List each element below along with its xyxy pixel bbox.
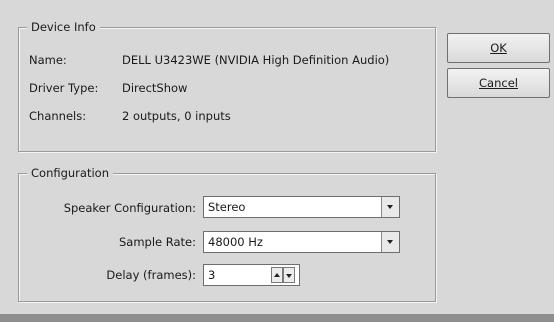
speaker-configuration-label: Speaker Configuration:	[63, 201, 196, 215]
configuration-title: Configuration	[27, 165, 113, 181]
delay-frames-label: Delay (frames):	[106, 268, 196, 282]
channels-value: 2 outputs, 0 inputs	[122, 109, 231, 123]
cancel-button[interactable]: Cancel	[447, 68, 550, 98]
name-label: Name:	[29, 53, 67, 67]
ok-button[interactable]: OK	[447, 33, 550, 63]
speaker-configuration-select[interactable]: Stereo	[203, 196, 400, 218]
arrow-down-icon	[286, 274, 292, 278]
spinner-decrement-button[interactable]	[283, 267, 295, 283]
bottom-strip	[0, 314, 554, 322]
delay-frames-spinner[interactable]: 3	[203, 264, 300, 286]
device-info-title: Device Info	[27, 19, 100, 35]
channels-label: Channels:	[29, 109, 87, 123]
sample-rate-value: 48000 Hz	[208, 235, 263, 249]
delay-frames-value: 3	[208, 268, 216, 282]
spinner-increment-button[interactable]	[271, 267, 283, 283]
speaker-configuration-dropdown-button[interactable]	[381, 197, 399, 217]
sample-rate-select[interactable]: 48000 Hz	[203, 231, 400, 253]
chevron-down-icon	[387, 240, 393, 244]
driver-type-value: DirectShow	[122, 81, 188, 95]
chevron-down-icon	[387, 205, 393, 209]
name-value: DELL U3423WE (NVIDIA High Definition Aud…	[122, 53, 390, 67]
speaker-configuration-value: Stereo	[208, 200, 246, 214]
driver-type-label: Driver Type:	[29, 81, 99, 95]
arrow-up-icon	[274, 273, 280, 277]
sample-rate-dropdown-button[interactable]	[381, 232, 399, 252]
audio-device-dialog: Device Info Name: DELL U3423WE (NVIDIA H…	[0, 0, 554, 322]
sample-rate-label: Sample Rate:	[118, 235, 196, 249]
